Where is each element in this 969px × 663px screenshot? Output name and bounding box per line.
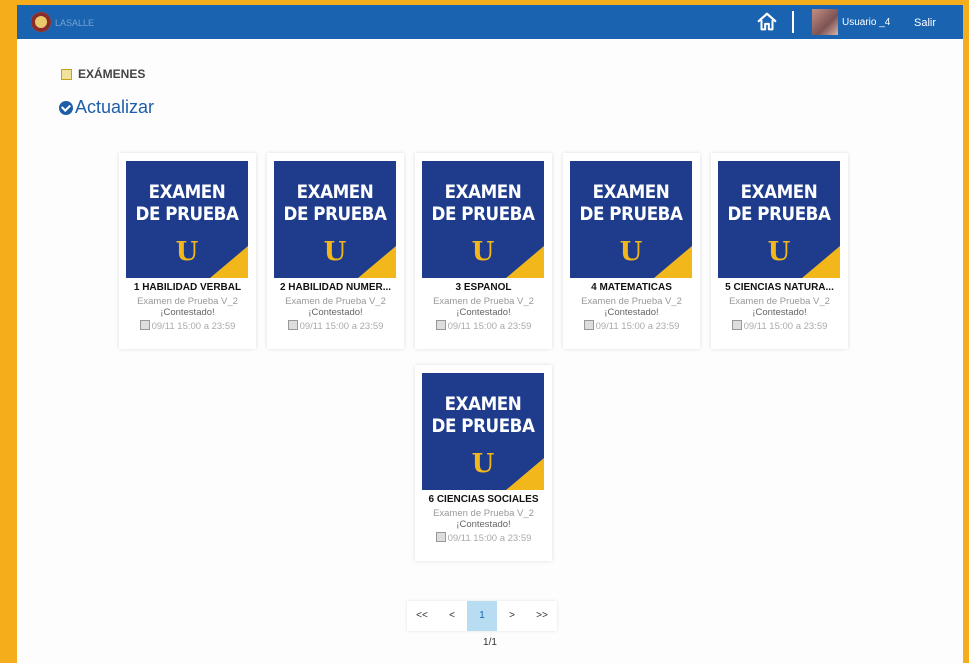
header-divider [792, 11, 794, 33]
exam-status: ¡Contestado! [308, 307, 363, 318]
cover-line-1: EXAMEN [444, 181, 522, 203]
exam-date: 09/11 15:00 a 23:59 [563, 320, 700, 332]
exam-status: ¡Contestado! [752, 307, 807, 318]
exam-name[interactable]: 5 CIENCIAS NATURA... [713, 282, 846, 293]
cover-line-1: EXAMEN [444, 393, 522, 415]
exam-cover-image[interactable]: EXAMEN DE PRUEBA U [718, 161, 840, 278]
exam-name[interactable]: 6 CIENCIAS SOCIALES [417, 494, 550, 505]
exam-subtitle: Examen de Prueba V_2 [729, 296, 830, 307]
calendar-icon [731, 320, 742, 330]
exam-status: ¡Contestado! [456, 519, 511, 530]
exam-date-text: 09/11 15:00 a 23:59 [447, 533, 532, 544]
cover-title: EXAMEN DE PRUEBA [133, 181, 240, 225]
refresh-label: Actualizar [75, 97, 155, 117]
cover-line-1: EXAMEN [296, 181, 374, 203]
exam-status: ¡Contestado! [456, 307, 511, 318]
exam-name[interactable]: 2 HABILIDAD NUMER... [269, 282, 402, 293]
exam-date: 09/11 15:00 a 23:59 [415, 320, 552, 332]
cover-line-2: DE PRUEBA [283, 203, 387, 225]
calendar-icon [435, 532, 446, 542]
exam-date-text: 09/11 15:00 a 23:59 [299, 321, 384, 332]
exam-name[interactable]: 3 ESPANOL [417, 282, 550, 293]
page-1-button[interactable]: 1 [467, 601, 497, 631]
cover-line-2: DE PRUEBA [135, 203, 239, 225]
exam-card[interactable]: EXAMEN DE PRUEBA U 2 HABILIDAD NUMER... Exam… [267, 153, 404, 349]
cover-line-1: EXAMEN [740, 181, 818, 203]
page-info: 1/1 [483, 637, 497, 648]
exam-name[interactable]: 1 HABILIDAD VERBAL [121, 282, 254, 293]
logout-link[interactable]: Salir [914, 17, 936, 29]
cover-line-2: DE PRUEBA [431, 415, 535, 437]
exam-date-text: 09/11 15:00 a 23:59 [447, 321, 532, 332]
cover-mark: U [175, 237, 199, 267]
cover-mark: U [323, 237, 347, 267]
cover-line-1: EXAMEN [592, 181, 670, 203]
exams-icon [61, 69, 72, 80]
exam-date-text: 09/11 15:00 a 23:59 [151, 321, 236, 332]
calendar-icon [139, 320, 150, 330]
exam-status: ¡Contestado! [604, 307, 659, 318]
exam-subtitle: Examen de Prueba V_2 [285, 296, 386, 307]
user-name[interactable]: Usuario _4 [842, 17, 890, 28]
university-logo[interactable] [31, 12, 51, 32]
exam-subtitle: Examen de Prueba V_2 [433, 296, 534, 307]
app-frame: LASALLE Usuario _4 Salir EXÁMENES Actual… [17, 5, 963, 663]
top-bar: LASALLE Usuario _4 Salir [17, 5, 963, 39]
cover-title: EXAMEN DE PRUEBA [429, 181, 536, 225]
logo-text: LASALLE [55, 18, 95, 28]
exam-card[interactable]: EXAMEN DE PRUEBA U 3 ESPANOL Examen de Prueb… [415, 153, 552, 349]
exam-card[interactable]: EXAMEN DE PRUEBA U 1 HABILIDAD VERBAL Examen… [119, 153, 256, 349]
exam-subtitle: Examen de Prueba V_2 [581, 296, 682, 307]
exam-date: 09/11 15:00 a 23:59 [267, 320, 404, 332]
calendar-icon [583, 320, 594, 330]
last-page-button[interactable]: >> [527, 601, 557, 631]
cover-mark: U [767, 237, 791, 267]
exam-name[interactable]: 4 MATEMATICAS [565, 282, 698, 293]
exam-cover-image[interactable]: EXAMEN DE PRUEBA U [422, 373, 544, 490]
exam-subtitle: Examen de Prueba V_2 [137, 296, 238, 307]
home-icon[interactable] [756, 11, 778, 33]
avatar[interactable] [812, 9, 838, 35]
cover-mark: U [471, 237, 495, 267]
cover-title: EXAMEN DE PRUEBA [281, 181, 388, 225]
exam-cover-image[interactable]: EXAMEN DE PRUEBA U [570, 161, 692, 278]
first-page-button[interactable]: << [407, 601, 437, 631]
exam-card[interactable]: EXAMEN DE PRUEBA U 6 CIENCIAS SOCIALES Exame… [415, 365, 552, 561]
cover-title: EXAMEN DE PRUEBA [577, 181, 684, 225]
exam-cover-image[interactable]: EXAMEN DE PRUEBA U [274, 161, 396, 278]
check-circle-icon [59, 100, 73, 115]
cover-mark: U [471, 449, 495, 479]
exam-date-text: 09/11 15:00 a 23:59 [743, 321, 828, 332]
cover-line-2: DE PRUEBA [431, 203, 535, 225]
cover-line-2: DE PRUEBA [579, 203, 683, 225]
refresh-button[interactable]: Actualizar [59, 97, 154, 118]
cover-line-1: EXAMEN [148, 181, 226, 203]
exam-date: 09/11 15:00 a 23:59 [711, 320, 848, 332]
cover-mark: U [619, 237, 643, 267]
section-title: EXÁMENES [78, 67, 146, 81]
pagination: << < 1 > >> [407, 601, 557, 631]
exam-card[interactable]: EXAMEN DE PRUEBA U 5 CIENCIAS NATURA... Exam… [711, 153, 848, 349]
exam-cover-image[interactable]: EXAMEN DE PRUEBA U [126, 161, 248, 278]
cover-line-2: DE PRUEBA [727, 203, 831, 225]
exam-date: 09/11 15:00 a 23:59 [415, 532, 552, 544]
exam-date: 09/11 15:00 a 23:59 [119, 320, 256, 332]
prev-page-button[interactable]: < [437, 601, 467, 631]
cover-title: EXAMEN DE PRUEBA [725, 181, 832, 225]
calendar-icon [287, 320, 298, 330]
exam-subtitle: Examen de Prueba V_2 [433, 508, 534, 519]
calendar-icon [435, 320, 446, 330]
exam-card[interactable]: EXAMEN DE PRUEBA U 4 MATEMATICAS Examen de P… [563, 153, 700, 349]
cover-title: EXAMEN DE PRUEBA [429, 393, 536, 437]
exam-cover-image[interactable]: EXAMEN DE PRUEBA U [422, 161, 544, 278]
next-page-button[interactable]: > [497, 601, 527, 631]
exam-date-text: 09/11 15:00 a 23:59 [595, 321, 680, 332]
exam-status: ¡Contestado! [160, 307, 215, 318]
